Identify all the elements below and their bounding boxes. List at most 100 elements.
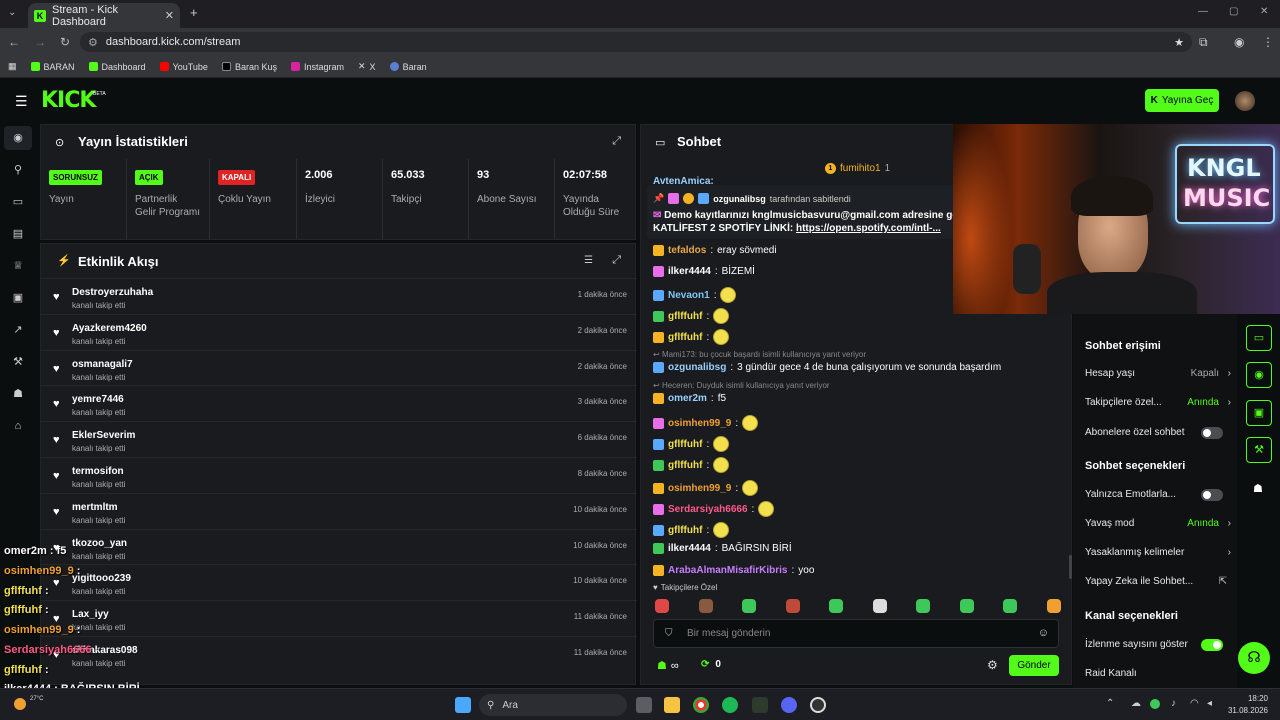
activity-user[interactable]: Ayazkerem4260 bbox=[72, 323, 147, 334]
chat-message[interactable]: gflffuhf: bbox=[653, 308, 730, 324]
subs-only-toggle[interactable] bbox=[1201, 427, 1223, 439]
tray-mic-icon[interactable]: ♪ bbox=[1171, 698, 1176, 709]
chrome-icon[interactable] bbox=[693, 697, 709, 713]
chat-username[interactable]: gflffuhf bbox=[668, 460, 702, 471]
chat-input[interactable]: ⛉ Bir mesaj gönderin ☺ bbox=[653, 619, 1059, 648]
task-view-icon[interactable] bbox=[636, 697, 652, 713]
activity-user[interactable]: yemre7446 bbox=[72, 394, 124, 405]
go-live-button[interactable]: K Yayına Geç bbox=[1145, 89, 1219, 112]
chat-message[interactable]: gflffuhf: bbox=[653, 457, 730, 473]
tray-wifi-icon[interactable]: ◠ bbox=[1190, 698, 1199, 709]
chat-username[interactable]: ArabaAlmanMisafirKibris bbox=[668, 565, 787, 576]
browser-window-icon[interactable]: ▭ bbox=[11, 195, 25, 209]
activity-user[interactable]: EklerSeverim bbox=[72, 430, 135, 441]
url-bar[interactable]: ⚙ dashboard.kick.com/stream ★ bbox=[80, 32, 1192, 52]
discord-icon[interactable] bbox=[781, 697, 797, 713]
activity-user[interactable]: Lax_iyy bbox=[72, 609, 109, 620]
send-button[interactable]: Gönder bbox=[1009, 655, 1059, 676]
emote-icon[interactable] bbox=[872, 599, 887, 613]
chat-message[interactable]: gflffuhf: bbox=[653, 329, 730, 345]
external-link-icon[interactable]: ⇱ bbox=[1219, 576, 1227, 587]
browser-tab[interactable]: K Stream - Kick Dashboard ✕ bbox=[28, 3, 180, 28]
close-window-button[interactable]: ✕ bbox=[1260, 6, 1268, 17]
chat-message[interactable]: ilker4444: BİZEMİ bbox=[653, 266, 755, 277]
profile-icon[interactable]: ◉ bbox=[1234, 35, 1244, 49]
bookmark-item[interactable]: ✕ X bbox=[358, 61, 376, 72]
kick-logo[interactable]: KICK bbox=[41, 88, 96, 113]
emote-icon[interactable] bbox=[916, 599, 930, 613]
clock-date[interactable]: 31.08.2026 bbox=[1226, 706, 1268, 715]
viewer-count[interactable]: ☗ ∞ bbox=[657, 659, 679, 673]
hamburger-menu-icon[interactable]: ☰ bbox=[15, 93, 28, 110]
chat-username[interactable]: gflffuhf bbox=[668, 439, 702, 450]
save-icon[interactable]: ▣ bbox=[1246, 400, 1272, 426]
community-icon[interactable]: ☗ bbox=[11, 387, 25, 401]
chat-username[interactable]: omer2m bbox=[668, 393, 707, 404]
account-age-label[interactable]: Hesap yaşı bbox=[1085, 368, 1135, 379]
avatar[interactable] bbox=[1235, 91, 1255, 111]
activity-user[interactable]: osmanagali7 bbox=[72, 359, 133, 370]
emotes-only-toggle[interactable] bbox=[1201, 489, 1223, 501]
activity-user[interactable]: termosifon bbox=[72, 466, 124, 477]
activity-user[interactable]: mertmltm bbox=[72, 502, 118, 513]
chat-message[interactable]: Serdarsiyah6666: bbox=[653, 501, 775, 517]
emote-icon[interactable] bbox=[829, 599, 843, 613]
expand-icon[interactable]: ⤢ bbox=[612, 254, 621, 267]
chat-icon[interactable]: ▭ bbox=[1246, 325, 1272, 351]
obs-icon[interactable] bbox=[810, 697, 826, 713]
chat-message[interactable]: ozgunalibsg:3 gündür gece 4 de buna çalı… bbox=[653, 362, 1001, 373]
expand-icon[interactable]: ⤢ bbox=[612, 135, 621, 148]
weather-icon[interactable] bbox=[14, 698, 26, 710]
pinned-message[interactable]: 📌 ozgunalibsg tarafından sabitlendi ✉ De… bbox=[647, 185, 957, 239]
show-viewers-toggle[interactable] bbox=[1201, 639, 1223, 651]
new-tab-button[interactable]: + bbox=[190, 5, 198, 20]
bookmark-item[interactable]: Dashboard bbox=[88, 62, 146, 72]
scrollbar[interactable] bbox=[1069, 555, 1072, 579]
bookmark-item[interactable]: YouTube bbox=[159, 62, 208, 72]
emoji-icon[interactable]: ☺ bbox=[1038, 627, 1049, 639]
apps-grid-icon[interactable]: ▦ bbox=[8, 61, 17, 72]
emote-icon[interactable] bbox=[655, 599, 669, 613]
tray-status-icon[interactable] bbox=[1150, 699, 1160, 709]
followers-only-value[interactable]: Anında bbox=[1187, 397, 1219, 408]
chat-message[interactable]: osimhen99_9: bbox=[653, 480, 759, 496]
chevron-right-icon[interactable]: › bbox=[1228, 397, 1231, 408]
chat-message[interactable]: Nevaon1: bbox=[653, 287, 737, 303]
chat-username[interactable]: osimhen99_9 bbox=[668, 418, 731, 429]
emote-icon[interactable] bbox=[1003, 599, 1017, 613]
bookmark-star-icon[interactable]: ★ bbox=[1174, 36, 1184, 49]
chat-message[interactable]: tefaldos: eray sövmedi bbox=[653, 245, 777, 256]
chat-username[interactable]: ozgunalibsg bbox=[668, 362, 726, 373]
chat-message[interactable]: gflffuhf: bbox=[653, 522, 730, 538]
emote-icon[interactable] bbox=[959, 599, 974, 613]
followers-only-label[interactable]: Takipçilere özel... bbox=[1085, 397, 1162, 408]
bookmark-item[interactable]: Baran bbox=[389, 62, 427, 72]
link-icon[interactable]: ⚲ bbox=[11, 163, 25, 177]
emote-icon[interactable] bbox=[785, 599, 800, 613]
extensions-icon[interactable]: ⧉ bbox=[1199, 35, 1208, 50]
activity-user[interactable]: yigittooo239 bbox=[72, 573, 131, 584]
chat-message[interactable]: gflffuhf: bbox=[653, 436, 730, 452]
account-age-value[interactable]: Kapalı bbox=[1191, 368, 1219, 379]
chat-message[interactable]: omer2m: f5 bbox=[653, 393, 726, 404]
back-icon[interactable]: ← bbox=[8, 35, 20, 49]
ai-chat-label[interactable]: Yapay Zeka ile Sohbet... bbox=[1085, 576, 1193, 587]
chat-username[interactable]: gflffuhf bbox=[668, 525, 702, 536]
stream-icon[interactable]: ◉ bbox=[1246, 362, 1272, 388]
site-info-icon[interactable]: ⚙ bbox=[88, 36, 98, 49]
chevron-right-icon[interactable]: › bbox=[1228, 368, 1231, 379]
community-icon[interactable]: ☗ bbox=[1253, 482, 1263, 495]
menu-dots-icon[interactable]: ⋮ bbox=[1262, 35, 1274, 49]
spotify-icon[interactable] bbox=[722, 697, 738, 713]
chat-username[interactable]: Serdarsiyah6666 bbox=[668, 504, 748, 515]
emote-icon[interactable] bbox=[698, 599, 713, 613]
forward-icon[interactable]: → bbox=[34, 35, 46, 49]
tray-cloud-icon[interactable]: ☁ bbox=[1131, 698, 1141, 709]
video-icon[interactable]: ▣ bbox=[11, 291, 25, 305]
pinned-link[interactable]: https://open.spotify.com/intl-... bbox=[796, 223, 941, 234]
library-icon[interactable]: ▤ bbox=[11, 227, 25, 241]
support-headset-icon[interactable]: ☊ bbox=[1238, 642, 1270, 674]
clock-time[interactable]: 18:20 bbox=[1230, 694, 1268, 703]
file-explorer-icon[interactable] bbox=[664, 697, 680, 713]
chat-message[interactable]: osimhen99_9: bbox=[653, 415, 759, 431]
